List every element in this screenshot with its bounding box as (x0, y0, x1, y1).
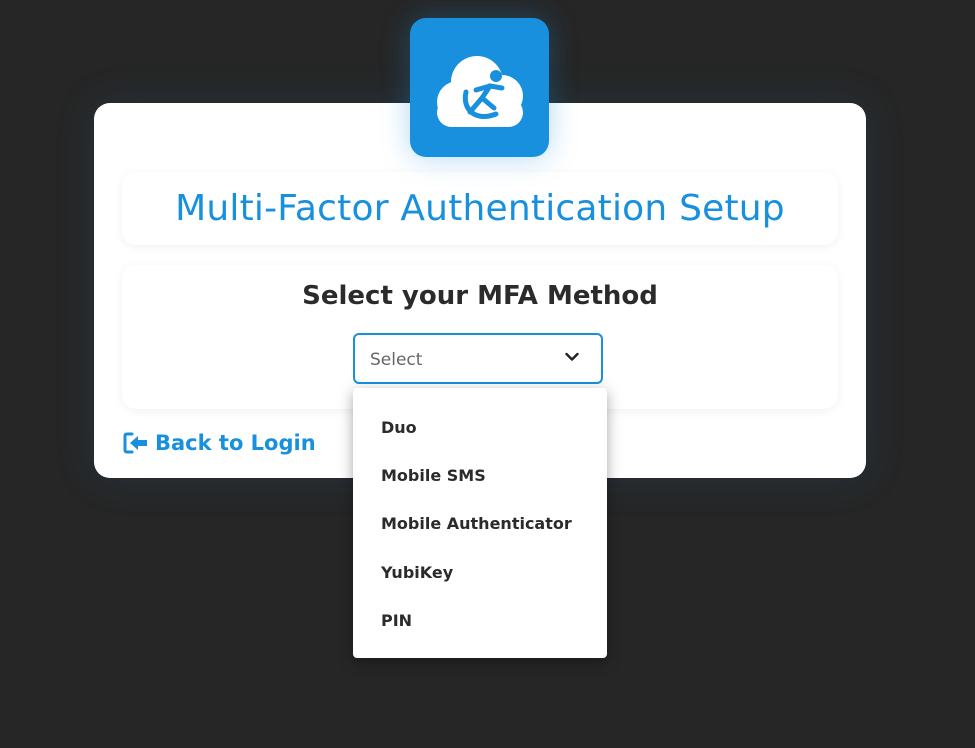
back-to-login-link[interactable]: Back to Login (123, 431, 316, 455)
mfa-method-select[interactable]: Select (353, 333, 603, 384)
option-yubikey[interactable]: YubiKey (381, 563, 453, 582)
title-panel: Multi-Factor Authentication Setup (122, 172, 838, 245)
cloud-runner-logo-icon (437, 56, 523, 127)
mfa-method-dropdown: Duo Mobile SMS Mobile Authenticator Yubi… (353, 388, 607, 658)
app-logo (410, 18, 549, 157)
method-heading: Select your MFA Method (302, 281, 658, 311)
option-mobile-authenticator[interactable]: Mobile Authenticator (381, 514, 572, 533)
sign-out-arrow-icon (123, 432, 147, 454)
select-value: Select (370, 350, 423, 370)
option-mobile-sms[interactable]: Mobile SMS (381, 466, 486, 485)
chevron-down-icon (565, 352, 579, 361)
option-duo[interactable]: Duo (381, 418, 417, 437)
option-pin[interactable]: PIN (381, 611, 412, 630)
back-to-login-label: Back to Login (155, 431, 316, 455)
page-title: Multi-Factor Authentication Setup (175, 188, 785, 229)
